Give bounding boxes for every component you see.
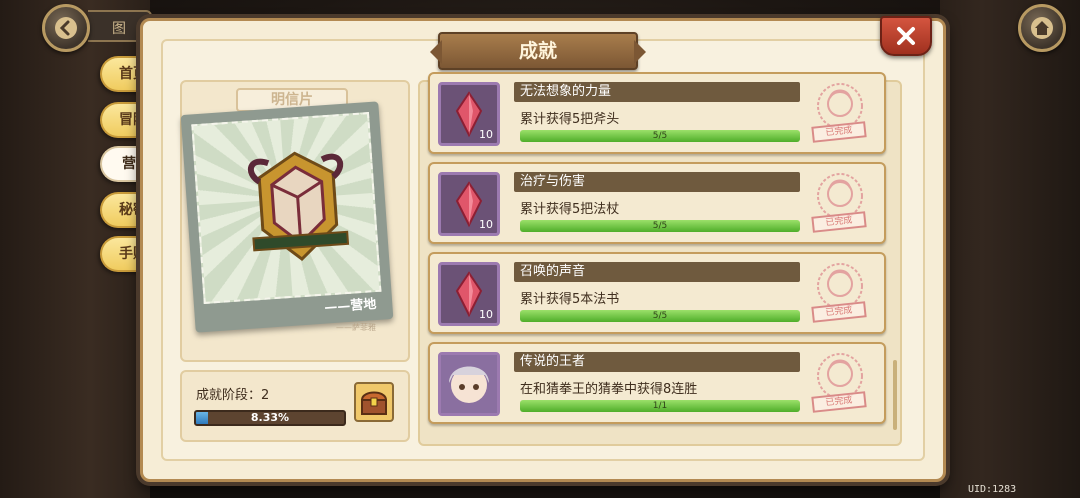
achievement-description: 在和猜拳王的猜拳中获得8连胜 xyxy=(520,382,698,397)
close-button[interactable] xyxy=(880,16,932,56)
home-icon xyxy=(1031,17,1053,39)
stamp-caption: ——营地 xyxy=(323,297,377,316)
stage-progress-text: 8.33% xyxy=(250,411,290,424)
reward-count: 10 xyxy=(479,308,493,321)
character-portrait-icon xyxy=(441,355,497,417)
achievement-reward-icon: 10 xyxy=(438,172,500,236)
achievement-progress-text: 5/5 xyxy=(652,221,668,231)
back-button[interactable] xyxy=(42,4,90,52)
achievement-card[interactable]: 10 治疗与伤害 累计获得5把法杖 5/5 已完成 xyxy=(428,162,886,244)
home-button[interactable] xyxy=(1018,4,1066,52)
achievement-reward-icon xyxy=(438,352,500,416)
achievement-description: 累计获得5把斧头 xyxy=(520,112,620,127)
achievement-list-scrollbar[interactable] xyxy=(893,360,897,430)
top-tab-label: 图 xyxy=(112,21,126,37)
achievement-title: 传说的王者 xyxy=(514,352,800,372)
achievement-progress-text: 5/5 xyxy=(652,131,668,141)
camp-emblem-icon xyxy=(247,151,350,262)
reward-count: 10 xyxy=(479,128,493,141)
achievement-card[interactable]: 传说的王者 在和猜拳王的猜拳中获得8连胜 1/1 已完成 xyxy=(428,342,886,424)
dialog-title: 成就 xyxy=(430,32,646,70)
achievement-description: 累计获得5本法书 xyxy=(520,292,620,307)
back-arrow-icon xyxy=(55,17,77,39)
stage-label: 成就阶段：2 xyxy=(196,388,270,403)
achievement-progress-text: 5/5 xyxy=(652,311,668,321)
achievement-card[interactable]: 10 召唤的声音 累计获得5本法书 5/5 已完成 xyxy=(428,252,886,334)
reward-chest-button[interactable] xyxy=(354,382,394,422)
background-right xyxy=(940,0,1080,498)
achievement-description: 累计获得5把法杖 xyxy=(520,202,620,217)
reward-count: 10 xyxy=(479,218,493,231)
achievement-title: 治疗与伤害 xyxy=(514,172,800,192)
achievement-title: 无法想象的力量 xyxy=(514,82,800,102)
achievement-card[interactable]: 10 无法想象的力量 累计获得5把斧头 5/5 已完成 xyxy=(428,72,886,154)
user-id: UID:1283 xyxy=(968,484,1017,495)
postcard-stamp: ——营地 xyxy=(180,101,394,333)
achievement-reward-icon: 10 xyxy=(438,262,500,326)
achievement-progress-text: 1/1 xyxy=(652,401,668,411)
close-icon xyxy=(897,27,915,45)
achievement-reward-icon: 10 xyxy=(438,82,500,146)
postcard-signature: ——萨菲雅 xyxy=(336,323,376,332)
achievement-title: 召唤的声音 xyxy=(514,262,800,282)
treasure-chest-icon xyxy=(360,391,388,415)
stamp-artwork xyxy=(191,112,382,305)
